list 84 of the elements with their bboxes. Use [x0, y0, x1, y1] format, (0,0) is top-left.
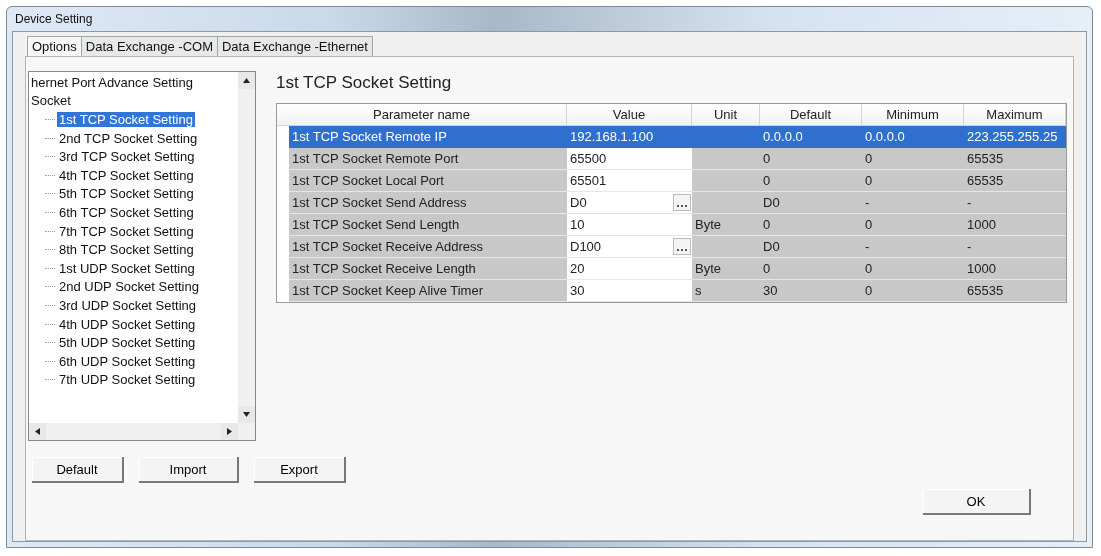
tree-item[interactable]: 2nd UDP Socket Setting [57, 279, 201, 295]
tree-item[interactable]: 1st UDP Socket Setting [57, 260, 197, 276]
table-cell: 0 [862, 170, 964, 192]
value-field[interactable]: D0 [567, 192, 692, 214]
column-header[interactable]: Value [567, 104, 692, 126]
table-cell: 1000 [964, 214, 1066, 236]
table-cell: - [964, 192, 1066, 214]
tree-item[interactable]: 7th UDP Socket Setting [57, 372, 198, 388]
action-button[interactable]: Import [139, 457, 239, 483]
table-cell: 0 [760, 214, 862, 236]
action-button[interactable]: Export [254, 457, 346, 483]
table-cell: D0 [760, 236, 862, 258]
window-title: Device Setting [14, 11, 94, 28]
ellipsis-icon [677, 204, 687, 207]
table-cell: - [862, 192, 964, 214]
table-cell: 0 [760, 258, 862, 280]
table-cell: Byte [692, 214, 760, 236]
value-field[interactable]: 192.168.1.100 [567, 126, 692, 148]
table-cell: 0.0.0.0 [862, 126, 964, 148]
tree-item[interactable]: 3rd UDP Socket Setting [57, 297, 199, 313]
table-cell: 0 [760, 148, 862, 170]
column-header[interactable]: Unit [692, 104, 760, 126]
tree-item[interactable]: 3rd TCP Socket Setting [57, 149, 197, 165]
table-cell: 65535 [964, 280, 1066, 302]
right-arrow-icon [227, 428, 232, 435]
ok-button[interactable]: OK [923, 489, 1031, 515]
tree-item[interactable]: 4th TCP Socket Setting [57, 167, 196, 183]
table-cell: 30 [760, 280, 862, 302]
column-header[interactable]: Parameter name [277, 104, 567, 126]
table-cell: 1st TCP Socket Receive Address [289, 236, 567, 258]
tab[interactable]: Options [27, 36, 82, 56]
table-cell: - [964, 236, 1066, 258]
tree-item[interactable]: 7th TCP Socket Setting [57, 223, 196, 239]
tree-item[interactable]: 2nd TCP Socket Setting [57, 130, 200, 146]
tree-item[interactable]: 8th TCP Socket Setting [57, 242, 196, 258]
tree-item[interactable]: 1st TCP Socket Setting [57, 112, 195, 127]
table-cell: s [692, 280, 760, 302]
table-cell: 0 [862, 258, 964, 280]
table-cell: 0 [760, 170, 862, 192]
browse-button[interactable] [673, 194, 691, 211]
table-cell: 0 [862, 148, 964, 170]
table-cell: 0 [862, 280, 964, 302]
table-cell: 1st TCP Socket Local Port [289, 170, 567, 192]
table-cell: - [862, 236, 964, 258]
column-header[interactable]: Default [760, 104, 862, 126]
tree-item[interactable]: 5th TCP Socket Setting [57, 186, 196, 202]
table-cell [692, 170, 760, 192]
browse-button[interactable] [673, 238, 691, 255]
section-title: 1st TCP Socket Setting [276, 72, 453, 94]
tab[interactable]: Data Exchange -Ethernet [217, 36, 373, 56]
column-header[interactable]: Minimum [862, 104, 964, 126]
table-cell: D0 [760, 192, 862, 214]
action-button[interactable]: Default [32, 457, 124, 483]
up-arrow-icon [243, 78, 250, 83]
tab[interactable]: Data Exchange -COM [80, 36, 218, 56]
table-cell: 223.255.255.25 [964, 126, 1066, 148]
table-cell [692, 192, 760, 214]
ellipsis-icon [677, 248, 687, 251]
table-cell: 1st TCP Socket Remote IP [289, 126, 567, 148]
table-cell: 1st TCP Socket Remote Port [289, 148, 567, 170]
value-field[interactable]: D100 [567, 236, 692, 258]
down-arrow-icon [243, 412, 250, 417]
horizontal-scrollbar[interactable] [29, 423, 255, 440]
tree-item[interactable]: 6th UDP Socket Setting [57, 353, 198, 369]
table-cell: 1st TCP Socket Send Address [289, 192, 567, 214]
table-cell: 1st TCP Socket Receive Length [289, 258, 567, 280]
left-arrow-icon [35, 428, 40, 435]
table-cell: 1st TCP Socket Keep Alive Timer [289, 280, 567, 302]
tree-item[interactable]: 6th TCP Socket Setting [57, 204, 196, 220]
table-cell: 0 [862, 214, 964, 236]
table-cell: 65535 [964, 148, 1066, 170]
table-cell [692, 148, 760, 170]
tree-item[interactable]: Socket [29, 93, 73, 109]
table-cell: 1000 [964, 258, 1066, 280]
tree-item[interactable]: 5th UDP Socket Setting [57, 335, 198, 351]
vertical-scrollbar[interactable] [238, 72, 255, 423]
table-cell: 0.0.0.0 [760, 126, 862, 148]
table-cell: 1st TCP Socket Send Length [289, 214, 567, 236]
table-cell [692, 236, 760, 258]
tree-item[interactable]: hernet Port Advance Setting [29, 74, 195, 90]
tree-item[interactable]: 4th UDP Socket Setting [57, 316, 198, 332]
table-cell: 65535 [964, 170, 1066, 192]
column-header[interactable]: Maximum [964, 104, 1066, 126]
table-cell: Byte [692, 258, 760, 280]
